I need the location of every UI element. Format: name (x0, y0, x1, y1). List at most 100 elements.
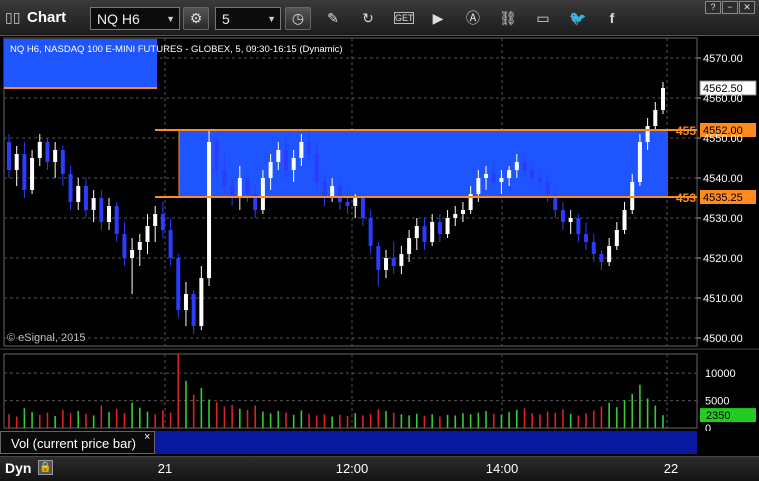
clock-icon: ◷ (291, 10, 305, 26)
candle-up (507, 170, 512, 178)
candle-up (268, 162, 273, 178)
candle-up (484, 174, 489, 178)
candle-up (645, 126, 650, 142)
minimize-icon[interactable]: − (722, 1, 738, 14)
twitter-icon[interactable]: 🐦 (568, 9, 588, 27)
candle-down (345, 202, 350, 206)
candle-down (7, 142, 11, 170)
close-icon[interactable]: ✕ (739, 1, 755, 14)
candle-up (291, 158, 296, 170)
volume-tick-label: 0 (705, 423, 711, 431)
dynamic-mode-label[interactable]: Dyn (5, 460, 31, 476)
candle-down (376, 246, 381, 270)
interval-value: 5 (222, 11, 230, 27)
candle-up (76, 186, 81, 202)
settings-button[interactable]: ⚙ (183, 7, 209, 30)
get-icon[interactable]: GET (394, 12, 414, 24)
candle-up (30, 158, 35, 190)
candle-down (83, 186, 88, 210)
volume-tab-strip (155, 431, 697, 454)
candle-up (460, 210, 465, 214)
volume-tick-label: 5000 (705, 396, 729, 408)
candle-up (407, 238, 412, 254)
time-tick: 22 (663, 461, 679, 476)
candle-down (530, 170, 535, 178)
time-tick: 21 (157, 461, 173, 476)
candle-down (591, 242, 596, 254)
candle-down (599, 254, 604, 262)
zone-rect (179, 130, 668, 197)
chevron-down-icon[interactable]: ▼ (267, 14, 276, 24)
candle-down (491, 174, 496, 182)
candle-up (145, 226, 150, 242)
candle-up (183, 294, 188, 310)
candle-down (391, 258, 396, 266)
candle-down (560, 210, 565, 222)
window-title: Chart (27, 9, 67, 26)
comment-icon[interactable]: ▭ (533, 9, 553, 27)
candle-up (14, 154, 19, 170)
candle-down (114, 206, 119, 234)
refresh-icon[interactable]: ↻ (358, 9, 378, 27)
candle-down (222, 170, 227, 186)
price-chart[interactable]: NQ H6, NASDAQ 100 E-MINI FUTURES - GLOBE… (0, 36, 759, 431)
candle-up (614, 230, 619, 246)
play-icon[interactable]: ▶ (428, 9, 448, 27)
volume-study-tab[interactable]: Vol (current price bar) (0, 431, 155, 454)
drag-handle-icon[interactable]: ▯▯ (5, 9, 20, 26)
candle-up (107, 206, 112, 222)
interval-input[interactable]: 5 ▼ (215, 7, 281, 30)
candle-up (445, 218, 450, 234)
candle-down (576, 218, 581, 234)
chevron-down-icon[interactable]: ▼ (166, 14, 175, 24)
candle-up (414, 226, 419, 238)
chart-grid (0, 37, 759, 429)
chart-toolbar: ▯▯ Chart NQ H6 ▼ ⚙ 5 ▼ ◷ ✎ ↻ GET ▶ Ⓐ ⛓ ▭… (0, 0, 759, 36)
candle-down (214, 142, 219, 170)
time-tick: 12:00 (335, 461, 369, 476)
candle-down (522, 162, 527, 170)
help-icon[interactable]: ? (705, 1, 721, 14)
candle-down (283, 150, 288, 170)
close-icon[interactable]: × (144, 431, 150, 443)
link-icon[interactable]: ⛓ (498, 9, 518, 27)
alert-icon[interactable]: Ⓐ (463, 9, 483, 27)
gear-icon: ⚙ (189, 10, 203, 26)
candle-down (122, 234, 127, 258)
lock-icon[interactable]: 🔒 (38, 460, 53, 475)
candle-up (137, 242, 142, 250)
candle-down (437, 222, 442, 234)
candle-down (307, 142, 312, 154)
candle-down (422, 226, 427, 242)
volume-label: Vol (current price bar) (11, 436, 136, 451)
symbol-input[interactable]: NQ H6 ▼ (90, 7, 180, 30)
candle-down (191, 294, 196, 326)
time-axis-bar: Dyn 🔒 21 12:00 14:00 22 (0, 456, 759, 481)
time-template-button[interactable]: ◷ (285, 7, 311, 30)
candle-down (322, 182, 327, 198)
y-tick-label: 4530.00 (703, 213, 743, 225)
candle-up (661, 88, 665, 110)
candle-up (53, 150, 58, 162)
chart-title: NQ H6, NASDAQ 100 E-MINI FUTURES - GLOBE… (10, 44, 343, 55)
candle-up (430, 222, 435, 242)
candle-down (245, 178, 250, 194)
candle-up (653, 110, 658, 126)
draw-pencil-icon[interactable]: ✎ (323, 9, 343, 27)
candle-down (545, 182, 550, 194)
level-left-label: 453 (676, 191, 696, 205)
y-tick-label: 4550.00 (703, 133, 743, 145)
volume-panel: 10000 5000 02350 (4, 354, 756, 431)
candle-up (91, 198, 96, 210)
level-left-label: 455 (676, 124, 696, 138)
candle-down (337, 186, 342, 202)
candle-up (399, 254, 404, 266)
candle-up (37, 142, 42, 158)
candle-up (353, 198, 358, 206)
candle-up (637, 142, 642, 182)
candle-down (584, 234, 589, 242)
candle-down (160, 214, 165, 230)
candle-down (168, 230, 173, 258)
facebook-icon[interactable]: f (602, 9, 622, 27)
candle-up (299, 142, 304, 158)
